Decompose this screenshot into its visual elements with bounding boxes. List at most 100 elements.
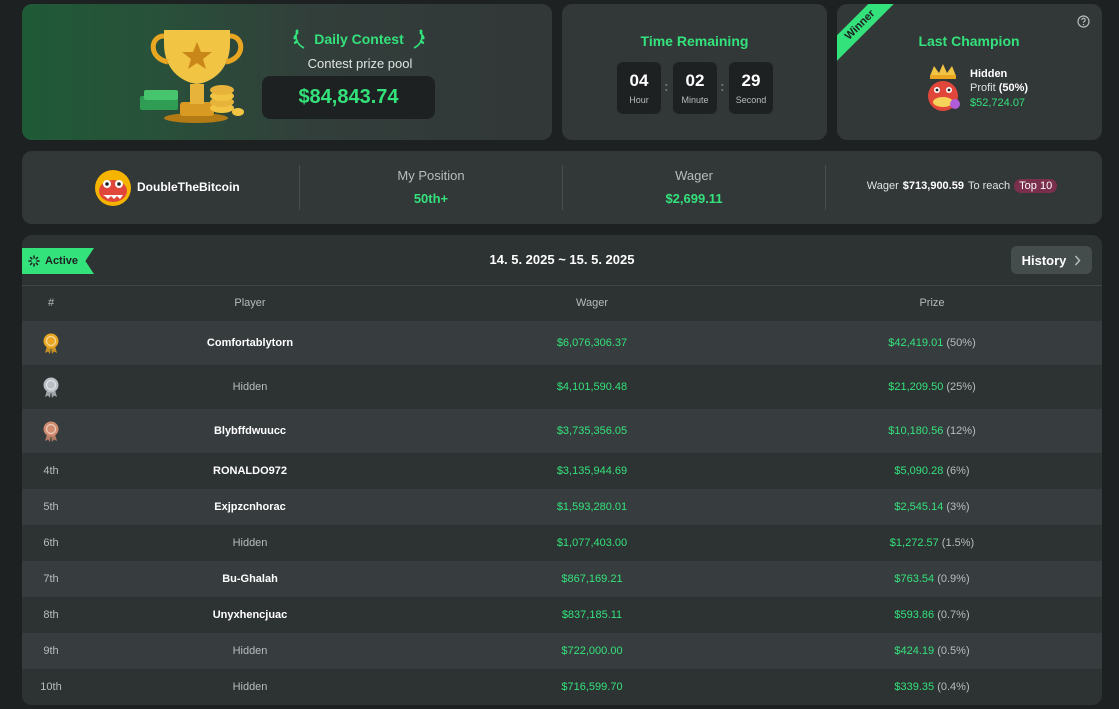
- laurel-right-icon: [413, 29, 425, 49]
- player-cell[interactable]: Unyxhencjuac: [150, 609, 350, 621]
- second-box: 29 Second: [729, 62, 773, 114]
- prize-pool-label: Contest prize pool: [307, 56, 413, 71]
- second-label: Second: [735, 95, 767, 105]
- table-row: 6th Hidden $1,077,403.00 $1,272.57 (1.5%): [22, 525, 1102, 561]
- prize-cell: $593.86 (0.7%): [832, 609, 1032, 621]
- player-cell[interactable]: Comfortablytorn: [150, 337, 350, 349]
- champion-profit: Profit (50%): [970, 82, 1028, 94]
- wager-cell: $4,101,590.48: [556, 381, 628, 393]
- wager-cell: $837,185.11: [561, 609, 623, 621]
- table-row: 4th RONALDO972 $3,135,944.69 $5,090.28 (6%): [22, 453, 1102, 489]
- history-button[interactable]: History: [1011, 246, 1092, 274]
- my-position-value: 50th+: [413, 191, 449, 206]
- prize-cell: $1,272.57 (1.5%): [832, 537, 1032, 549]
- leaderboard-rows: Comfortablytorn $6,076,306.37 $42,419.01 (…: [22, 321, 1102, 705]
- help-circle-icon[interactable]: [1077, 15, 1090, 28]
- prize-percent: (0.5%): [937, 645, 970, 657]
- table-row: 8th Unyxhencjuac $837,185.11 $593.86 (0.7%): [22, 597, 1102, 633]
- divider: [22, 285, 1102, 286]
- player-cell[interactable]: Exjpzcnhorac: [150, 501, 350, 513]
- champion-avatar: [928, 64, 960, 111]
- username: DoubleTheBitcoin: [137, 180, 240, 194]
- bronze-medal-icon: [43, 421, 59, 442]
- prize-cell: $424.19 (0.5%): [832, 645, 1032, 657]
- minute-value: 02: [685, 71, 705, 90]
- wager-cell: $1,077,403.00: [556, 537, 628, 549]
- rank-cell: 9th: [43, 645, 59, 657]
- wager-cell: $3,735,356.05: [556, 425, 628, 437]
- prize-cell: $5,090.28 (6%): [832, 465, 1032, 477]
- contest-title: Daily Contest: [314, 31, 404, 47]
- daily-contest-card: Daily Contest Contest prize pool $84,843…: [22, 4, 552, 140]
- winner-ribbon: Winner: [837, 4, 897, 62]
- time-remaining-title: Time Remaining: [640, 33, 749, 49]
- rank-cell: 4th: [43, 465, 59, 477]
- divider: [299, 165, 300, 210]
- prize-amount: $21,209.50: [888, 381, 944, 393]
- champion-profit-percent: (50%): [998, 82, 1029, 94]
- champion-profit-amount: $52,724.07: [970, 97, 1026, 109]
- prize-cell: $2,545.14 (3%): [832, 501, 1032, 513]
- prize-amount: $763.54: [894, 573, 935, 585]
- prize-percent: (0.9%): [937, 573, 970, 585]
- date-range: 14. 5. 2025 ~ 15. 5. 2025: [489, 252, 635, 267]
- prize-percent: (0.4%): [937, 681, 970, 693]
- champion-profit-label: Profit: [970, 82, 996, 94]
- reach-amount: $713,900.59: [902, 180, 964, 192]
- prize-percent: (12%): [946, 425, 976, 437]
- player-cell[interactable]: Blybffdwuucc: [150, 425, 350, 437]
- prize-cell: $10,180.56 (12%): [832, 425, 1032, 437]
- second-value: 29: [741, 71, 761, 90]
- leaderboard-panel: Active 14. 5. 2025 ~ 15. 5. 2025 History…: [22, 235, 1102, 705]
- wager-cell: $867,169.21: [561, 573, 623, 585]
- column-header-player: Player: [234, 297, 266, 309]
- gold-medal-icon: [43, 333, 59, 354]
- player-cell: Hidden: [232, 537, 268, 549]
- table-row: 5th Exjpzcnhorac $1,593,280.01 $2,545.14 (3…: [22, 489, 1102, 525]
- divider: [825, 165, 826, 210]
- rank-cell: 8th: [43, 609, 59, 621]
- table-row: Blybffdwuucc $3,735,356.05 $10,180.56 (12%…: [22, 409, 1102, 453]
- last-champion-card: Winner Last Champion Hidden Profit (50%)…: [837, 4, 1102, 140]
- time-separator: :: [664, 78, 669, 94]
- user-avatar[interactable]: [94, 169, 132, 207]
- player-cell[interactable]: RONALDO972: [150, 465, 350, 477]
- column-header-rank: #: [47, 297, 55, 309]
- last-champion-title: Last Champion: [918, 33, 1020, 49]
- prize-amount: $339.35: [894, 681, 935, 693]
- wager-cell: $716,599.70: [561, 681, 623, 693]
- chevron-right-icon: [1075, 255, 1081, 265]
- silver-medal-icon: [43, 377, 59, 398]
- prize-percent: (3%): [946, 501, 970, 513]
- trophy-icon: [140, 30, 244, 123]
- time-separator: :: [720, 78, 725, 94]
- history-label: History: [1021, 252, 1067, 268]
- reach-top-info: Wager $713,900.59 To reach Top 10: [842, 179, 1082, 193]
- prize-amount: $424.19: [894, 645, 935, 657]
- rank-cell: 6th: [43, 537, 59, 549]
- reach-prefix: Wager: [866, 180, 899, 192]
- prize-cell: $21,209.50 (25%): [832, 381, 1032, 393]
- table-row: Comfortablytorn $6,076,306.37 $42,419.01 (…: [22, 321, 1102, 365]
- table-row: Hidden $4,101,590.48 $21,209.50 (25%): [22, 365, 1102, 409]
- column-header-prize: Prize: [919, 297, 945, 309]
- time-remaining-card: Time Remaining 04 Hour : 02 Minute : 29 …: [562, 4, 827, 140]
- table-row: 9th Hidden $722,000.00 $424.19 (0.5%): [22, 633, 1102, 669]
- my-stats-bar: DoubleTheBitcoin My Position 50th+ Wager…: [22, 151, 1102, 224]
- prize-amount: $1,272.57: [889, 537, 939, 549]
- top10-badge: Top 10: [1014, 179, 1058, 193]
- contest-title-group: Daily Contest: [284, 24, 434, 54]
- rank-cell: 5th: [43, 501, 59, 513]
- prize-percent: (25%): [946, 381, 976, 393]
- prize-percent: (1.5%): [941, 537, 975, 549]
- wager-cell: $1,593,280.01: [556, 501, 628, 513]
- table-row: 10th Hidden $716,599.70 $339.35 (0.4%): [22, 669, 1102, 705]
- prize-cell: $763.54 (0.9%): [832, 573, 1032, 585]
- hour-box: 04 Hour: [617, 62, 661, 114]
- laurel-left-icon: [293, 29, 305, 49]
- prize-percent: (0.7%): [937, 609, 970, 621]
- champion-name: Hidden: [970, 68, 1008, 80]
- prize-percent: (6%): [946, 465, 970, 477]
- player-cell[interactable]: Bu-Ghalah: [150, 573, 350, 585]
- player-cell: Hidden: [232, 645, 268, 657]
